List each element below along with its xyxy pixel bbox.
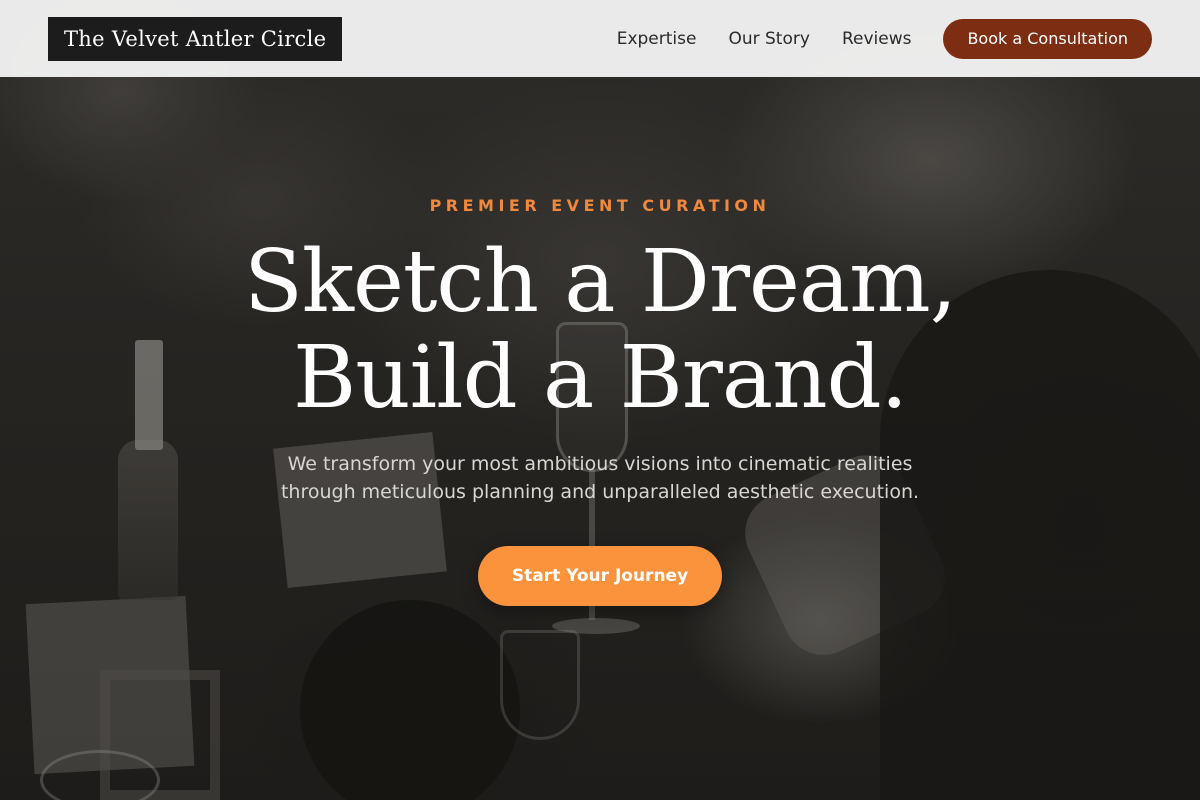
hero-section: PREMIER EVENT CURATION Sketch a Dream, B… xyxy=(0,0,1200,800)
hero-headline-line-1: Sketch a Dream, xyxy=(243,232,957,332)
hero-subtext-line-1: We transform your most ambitious visions… xyxy=(287,453,913,475)
hero-headline-line-2: Build a Brand. xyxy=(293,328,908,428)
hero-subtext-line-2: through meticulous planning and unparall… xyxy=(280,481,920,503)
hero-eyebrow: PREMIER EVENT CURATION xyxy=(429,196,771,215)
hero-subtext: We transform your most ambitious visions… xyxy=(250,450,950,506)
hero-headline: Sketch a Dream, Build a Brand. xyxy=(0,234,1200,426)
start-journey-button[interactable]: Start Your Journey xyxy=(478,546,722,606)
